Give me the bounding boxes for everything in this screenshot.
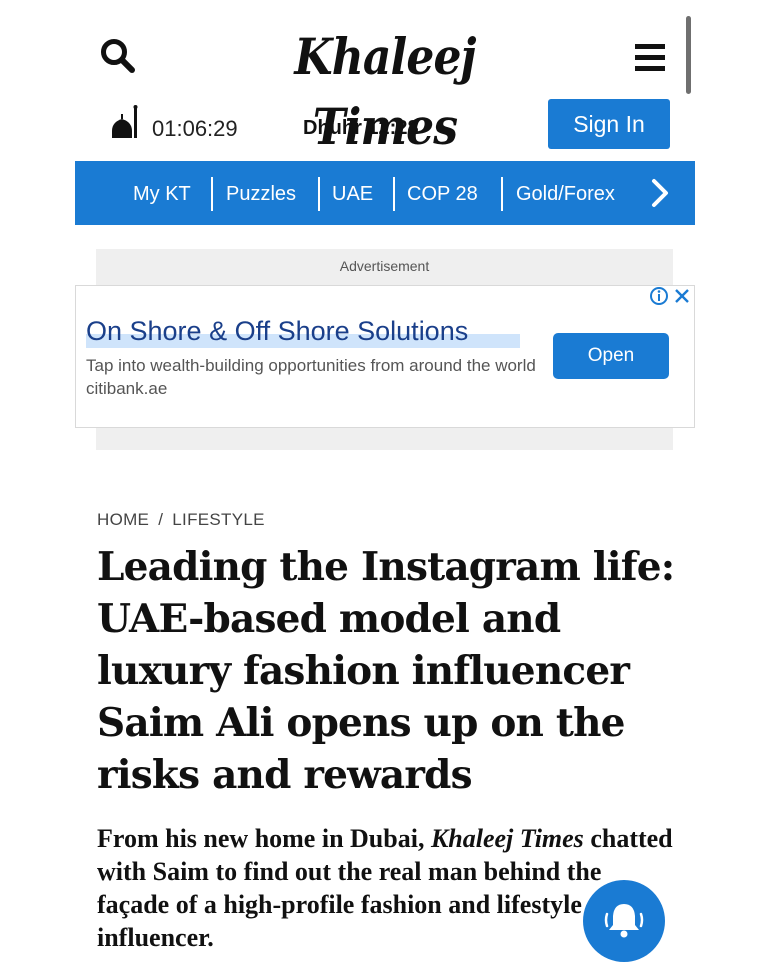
nav-item-puzzles[interactable]: Puzzles bbox=[226, 179, 296, 209]
notifications-button[interactable] bbox=[583, 880, 665, 962]
search-button[interactable] bbox=[96, 34, 142, 80]
standfirst-text: From his new home in Dubai, bbox=[97, 824, 431, 853]
site-logo[interactable]: Khaleej Times bbox=[227, 22, 544, 156]
nav-divider bbox=[501, 177, 503, 211]
nav-divider bbox=[211, 177, 213, 211]
prayer-countdown: 01:06:29 bbox=[152, 116, 238, 141]
article-headline: Leading the Instagram life: UAE-based mo… bbox=[97, 544, 675, 798]
nav-item-my-kt[interactable]: My KT bbox=[133, 179, 191, 209]
menu-button[interactable] bbox=[628, 38, 674, 78]
info-icon[interactable] bbox=[649, 286, 669, 306]
nav-divider bbox=[393, 177, 395, 211]
breadcrumb: HOME / LIFESTYLE bbox=[97, 510, 265, 530]
breadcrumb-separator: / bbox=[158, 510, 164, 529]
search-icon bbox=[101, 39, 135, 73]
next-prayer: Dhuhr 12:28 bbox=[303, 117, 419, 139]
ad-open-button[interactable]: Open bbox=[553, 333, 669, 379]
section-nav: My KT Puzzles UAE COP 28 Gold/Forex bbox=[75, 161, 695, 225]
nav-divider bbox=[318, 177, 320, 211]
mosque-icon bbox=[108, 100, 148, 140]
chevron-right-icon bbox=[652, 179, 668, 207]
ad-description: Tap into wealth-building opportunities f… bbox=[86, 356, 536, 398]
breadcrumb-home[interactable]: HOME bbox=[97, 510, 149, 529]
hamburger-menu-icon bbox=[635, 44, 665, 71]
nav-item-gold-forex[interactable]: Gold/Forex bbox=[516, 179, 615, 209]
close-icon[interactable] bbox=[672, 286, 692, 306]
sign-in-button[interactable]: Sign In bbox=[548, 99, 670, 149]
scrollbar[interactable] bbox=[686, 16, 691, 94]
ad-label: Advertisement bbox=[339, 258, 430, 274]
publication-name: Khaleej Times bbox=[430, 824, 584, 853]
nav-next-button[interactable] bbox=[647, 177, 673, 209]
bell-icon bbox=[604, 904, 644, 938]
nav-item-cop-28[interactable]: COP 28 bbox=[407, 179, 478, 209]
nav-item-uae[interactable]: UAE bbox=[332, 179, 373, 209]
breadcrumb-section[interactable]: LIFESTYLE bbox=[172, 510, 264, 529]
ad-title[interactable]: On Shore & Off Shore Solutions bbox=[86, 316, 468, 347]
